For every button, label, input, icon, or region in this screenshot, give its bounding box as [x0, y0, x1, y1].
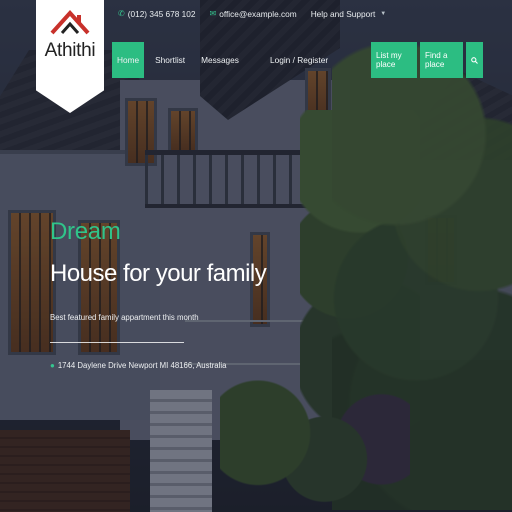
email-address: office@example.com: [219, 9, 297, 19]
email-contact[interactable]: ✉ office@example.com: [210, 9, 297, 19]
phone-contact[interactable]: ✆ (012) 345 678 102: [118, 9, 196, 19]
chevron-down-icon: ▼: [380, 11, 387, 17]
search-icon: [471, 56, 478, 64]
nav-item-messages[interactable]: Messages: [196, 42, 244, 78]
nav-item-shortlist[interactable]: Shortlist: [150, 42, 190, 78]
hero-divider: [50, 342, 184, 343]
mail-icon: ✉: [209, 9, 217, 18]
brand-name: Athithi: [44, 40, 96, 61]
map-pin-icon: ●: [50, 361, 55, 370]
header-actions: List my place Find a place: [371, 42, 483, 78]
phone-number: (012) 345 678 102: [127, 9, 196, 19]
house-roof-icon: [50, 10, 90, 35]
main-navigation: Home Shortlist Messages: [112, 42, 244, 78]
hero-subtitle: Best featured family appartment this mon…: [50, 313, 199, 322]
hero-address-text: 1744 Daylene Drive Newport MI 48166, Aus…: [57, 361, 227, 370]
list-my-place-button[interactable]: List my place: [371, 42, 417, 78]
site-logo[interactable]: Athithi: [36, 0, 104, 113]
find-a-place-button[interactable]: Find a place: [420, 42, 463, 78]
search-button[interactable]: [466, 42, 483, 78]
login-register-link[interactable]: Login / Register: [270, 42, 328, 78]
hero-content: Dream House for your family Best feature…: [50, 218, 267, 370]
hero-address: ● 1744 Daylene Drive Newport MI 48166, A…: [50, 361, 266, 370]
hero-title: House for your family: [50, 260, 267, 287]
help-support-label: Help and Support: [310, 9, 376, 19]
phone-icon: ✆: [118, 9, 125, 18]
top-contact-bar: ✆ (012) 345 678 102 ✉ office@example.com…: [118, 9, 386, 19]
hero-eyebrow: Dream: [50, 218, 121, 245]
help-support-dropdown[interactable]: Help and Support ▼: [311, 9, 387, 19]
nav-item-home[interactable]: Home: [112, 42, 145, 78]
